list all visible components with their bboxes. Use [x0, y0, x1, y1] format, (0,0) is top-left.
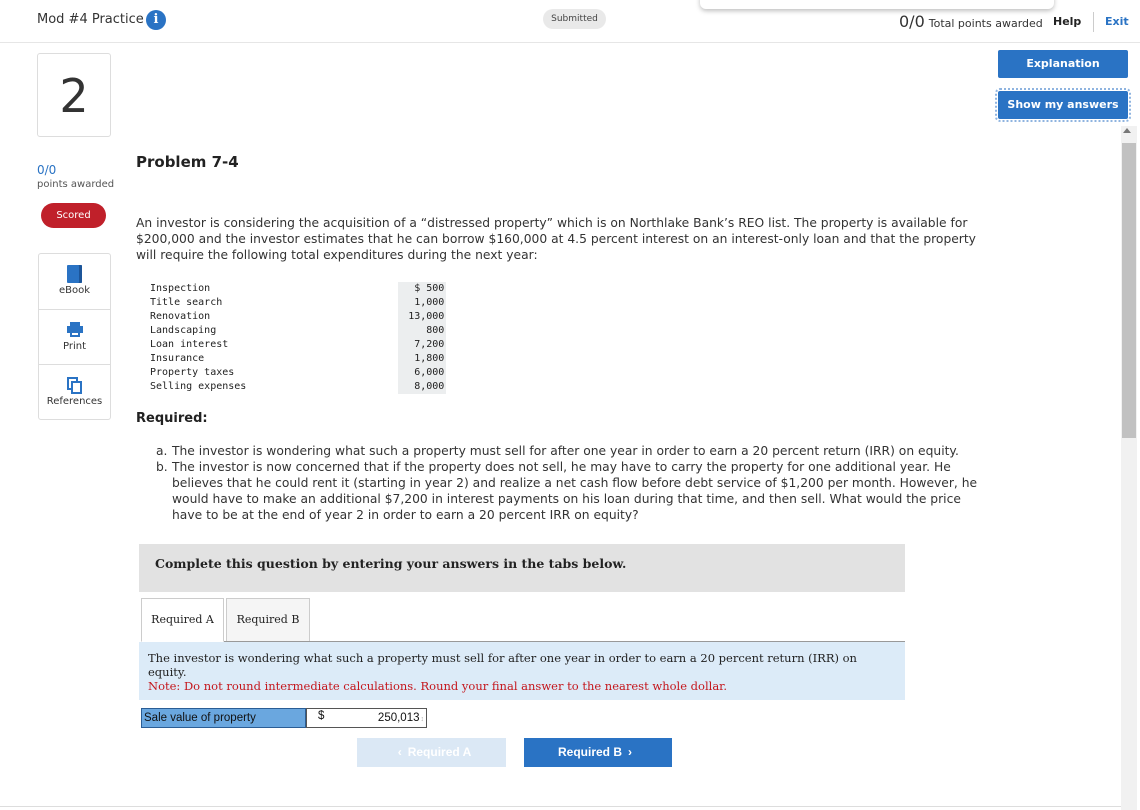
table-row: Inspection $ 500 — [148, 282, 447, 296]
expense-item: Landscaping — [150, 325, 217, 336]
top-bar: Mod #4 Practice i Submitted 0/0 Total poi… — [0, 0, 1140, 43]
list-item: b. The investor is now concerned that if… — [156, 459, 986, 523]
print-button[interactable]: Print — [39, 309, 110, 364]
total-points: 0/0 Total points awarded — [899, 12, 1043, 31]
requirements-list: a. The investor is wondering what such a… — [156, 443, 986, 523]
references-icon — [67, 377, 83, 395]
panel-text: The investor is wondering what such a pr… — [148, 651, 857, 679]
expense-item: Selling expenses — [150, 381, 247, 392]
header-divider — [1093, 12, 1094, 32]
book-icon — [67, 265, 82, 283]
tab-required-a[interactable]: Required A — [141, 598, 224, 642]
tab-required-b[interactable]: Required B — [226, 598, 310, 642]
resources-panel: eBook Print References — [38, 253, 111, 420]
expense-amount: $ 500 — [398, 282, 447, 296]
question-panel: The investor is wondering what such a pr… — [139, 642, 905, 700]
ebook-button[interactable]: eBook — [39, 254, 110, 309]
problem-title: Problem 7-4 — [136, 153, 239, 171]
expense-amount: 1,800 — [398, 352, 447, 366]
print-label: Print — [62, 341, 86, 352]
chevron-left-icon: ‹ — [397, 745, 402, 759]
help-link[interactable]: Help — [1053, 15, 1081, 28]
table-row: Loan interest 7,200 — [148, 338, 447, 352]
scrollbar-thumb[interactable] — [1122, 143, 1136, 438]
chevron-right-icon: › — [628, 745, 632, 759]
sale-value: 250,013 — [377, 712, 420, 724]
ebook-label: eBook — [58, 285, 91, 296]
sale-value-label: Sale value of property — [141, 708, 306, 728]
expense-item: Inspection — [150, 283, 211, 294]
table-row: Property taxes 6,000 — [148, 366, 447, 380]
requirement-letter: b. — [156, 460, 168, 474]
next-button-label: Required B — [557, 745, 622, 759]
footer-divider — [0, 806, 1121, 807]
exit-link[interactable]: Exit — [1105, 15, 1129, 28]
currency-symbol: $ — [318, 710, 325, 722]
table-row: Title search 1,000 — [148, 296, 447, 310]
assignment-title: Mod #4 Practice — [37, 12, 144, 27]
references-button[interactable]: References — [39, 364, 110, 419]
field-marker-icon: ↕ — [420, 716, 425, 723]
expense-amount: 13,000 — [398, 310, 447, 324]
expense-item: Loan interest — [150, 339, 229, 350]
expense-amount: 1,000 — [398, 296, 447, 310]
table-row: Renovation 13,000 — [148, 310, 447, 324]
dropdown-card — [700, 0, 1054, 9]
total-points-label: Total points awarded — [928, 17, 1043, 30]
expense-amount: 7,200 — [398, 338, 447, 352]
question-number: 2 — [37, 53, 111, 137]
next-required-button[interactable]: Required B › — [524, 738, 672, 767]
expense-amount: 8,000 — [398, 380, 447, 394]
expense-item: Insurance — [150, 353, 205, 364]
required-heading: Required: — [136, 411, 208, 426]
expense-amount: 6,000 — [398, 366, 447, 380]
panel-note: Note: Do not round intermediate calculat… — [148, 679, 728, 693]
instructions-banner: Complete this question by entering your … — [139, 544, 905, 592]
references-label: References — [46, 396, 103, 407]
total-points-value: 0/0 — [899, 12, 925, 31]
list-item: a. The investor is wondering what such a… — [156, 443, 986, 459]
expense-item: Property taxes — [150, 367, 235, 378]
expense-amount: 800 — [398, 324, 447, 338]
requirement-text: The investor is wondering what such a pr… — [172, 444, 959, 458]
scroll-up-arrow-icon[interactable] — [1123, 128, 1131, 133]
requirement-text: The investor is now concerned that if th… — [172, 460, 978, 522]
status-badge: Submitted — [543, 9, 606, 29]
prev-required-button[interactable]: ‹ Required A — [357, 738, 506, 767]
problem-intro: An investor is considering the acquisiti… — [136, 216, 976, 262]
points-score: 0/0 — [37, 163, 57, 177]
expenditures-table: Inspection $ 500 Title search 1,000 Renova… — [148, 282, 447, 394]
printer-icon — [67, 322, 83, 337]
expense-item: Title search — [150, 297, 223, 308]
table-row: Landscaping 800 — [148, 324, 447, 338]
info-icon[interactable]: i — [146, 10, 166, 30]
scored-badge: Scored — [41, 203, 106, 228]
explanation-button[interactable]: Explanation — [998, 50, 1128, 78]
expense-item: Renovation — [150, 311, 211, 322]
show-answers-button[interactable]: Show my answers — [995, 88, 1131, 122]
requirement-letter: a. — [156, 444, 168, 458]
points-label: points awarded — [37, 179, 115, 190]
table-row: Selling expenses 8,000 — [148, 380, 447, 394]
table-row: Insurance 1,800 — [148, 352, 447, 366]
prev-button-label: Required A — [407, 745, 472, 759]
